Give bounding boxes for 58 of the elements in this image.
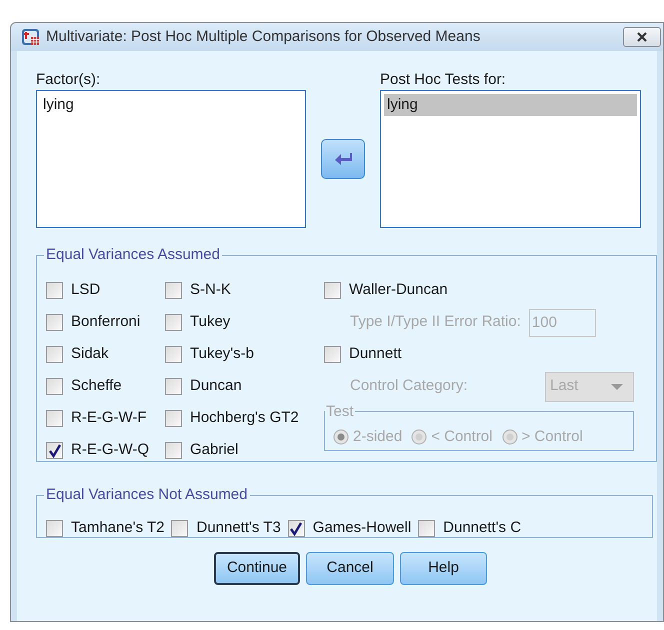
- checkbox-label[interactable]: LSD: [71, 279, 100, 302]
- checkbox-label[interactable]: Duncan: [190, 375, 242, 398]
- checkbox-label[interactable]: Dunnett: [349, 343, 402, 366]
- field-label: Control Category:: [350, 376, 468, 396]
- checkbox-label[interactable]: R-E-G-W-Q: [71, 439, 150, 462]
- dropdown-value: Last: [550, 376, 578, 396]
- checkbox[interactable]: [165, 314, 182, 331]
- post-hoc-list[interactable]: lying: [380, 90, 641, 228]
- checkbox-label[interactable]: Dunnett's C: [443, 517, 522, 540]
- checkbox[interactable]: [165, 410, 182, 427]
- checkbox-label[interactable]: Waller-Duncan: [349, 279, 448, 302]
- dialog-button[interactable]: Cancel: [306, 552, 394, 585]
- checkbox-label[interactable]: Tukey: [190, 311, 230, 334]
- app-icon: [21, 27, 41, 47]
- move-button[interactable]: [321, 138, 365, 178]
- checkbox[interactable]: [324, 282, 341, 299]
- group-title: Equal Variances Not Assumed: [45, 485, 248, 505]
- list-label: Factor(s):: [36, 71, 102, 89]
- list-item[interactable]: lying: [40, 94, 302, 116]
- checkbox-label[interactable]: Gabriel: [190, 439, 238, 462]
- checkbox[interactable]: [165, 346, 182, 363]
- checkbox-label[interactable]: Bonferroni: [71, 311, 140, 334]
- dialog-button[interactable]: Help: [400, 552, 487, 585]
- checkbox[interactable]: [171, 520, 188, 537]
- checkbox-label[interactable]: S-N-K: [190, 279, 231, 302]
- group-title: Test: [325, 402, 355, 422]
- checkbox[interactable]: [46, 442, 63, 459]
- checkbox[interactable]: [324, 346, 341, 363]
- list-label: Post Hoc Tests for:: [380, 71, 507, 89]
- close-icon: [635, 32, 649, 42]
- checkbox-label[interactable]: Sidak: [71, 343, 109, 366]
- checkbox-label[interactable]: Dunnett's T3: [196, 517, 281, 540]
- checkbox[interactable]: [418, 520, 436, 537]
- checkbox-label[interactable]: Scheffe: [71, 375, 122, 398]
- caret-icon: [611, 384, 623, 390]
- checkbox-label[interactable]: Tamhane's T2: [71, 517, 164, 540]
- checkbox[interactable]: [46, 282, 63, 299]
- checkbox[interactable]: [288, 520, 305, 537]
- close-button[interactable]: [623, 27, 661, 47]
- checkbox[interactable]: [46, 378, 63, 395]
- group-title: Equal Variances Assumed: [45, 245, 221, 265]
- checkbox[interactable]: [165, 442, 182, 459]
- field-label: Type I/Type II Error Ratio:: [350, 312, 521, 332]
- checkbox[interactable]: [165, 282, 182, 299]
- checkbox[interactable]: [46, 346, 63, 363]
- checkbox-label[interactable]: Games-Howell: [312, 517, 412, 540]
- checkbox-label[interactable]: Tukey's-b: [190, 343, 254, 366]
- checkbox[interactable]: [46, 410, 63, 427]
- checkbox[interactable]: [46, 314, 63, 331]
- checkbox-label[interactable]: Hochberg's GT2: [190, 407, 299, 430]
- arrow-icon: [334, 152, 352, 166]
- dialog-button[interactable]: Continue: [214, 552, 300, 585]
- checkbox-label[interactable]: R-E-G-W-F: [71, 407, 147, 430]
- list-item[interactable]: lying: [384, 94, 637, 116]
- factor-list[interactable]: lying: [36, 90, 306, 228]
- checkbox[interactable]: [46, 520, 63, 537]
- checkbox[interactable]: [165, 378, 182, 395]
- window-title: Multivariate: Post Hoc Multiple Comparisons for Observed Means: [46, 26, 480, 47]
